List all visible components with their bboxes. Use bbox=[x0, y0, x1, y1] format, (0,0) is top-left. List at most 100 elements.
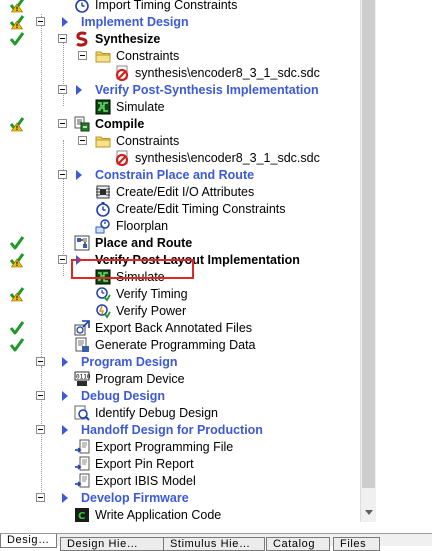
status-slot bbox=[9, 371, 25, 387]
tree-item-debug-design[interactable]: Debug Design bbox=[0, 388, 360, 405]
tree-item-label: synthesis\encoder8_3_1_sdc.sdc bbox=[135, 151, 320, 165]
collapse-toggle-icon[interactable] bbox=[78, 51, 87, 60]
tree-item-export-ibis-model[interactable]: Export IBIS Model bbox=[0, 473, 360, 490]
status-slot bbox=[9, 456, 25, 472]
verify-power-icon bbox=[95, 303, 111, 319]
floorplan-icon bbox=[95, 218, 111, 234]
status-slot bbox=[9, 490, 25, 506]
status-slot bbox=[9, 388, 25, 404]
highlight-box bbox=[71, 259, 194, 279]
tab-design-hierarchy[interactable]: Design Hie… bbox=[60, 537, 165, 551]
tree-item-export-programming-file[interactable]: Export Programming File bbox=[0, 439, 360, 456]
tab-catalog[interactable]: Catalog bbox=[266, 537, 330, 551]
tree-item-label: Export Pin Report bbox=[95, 457, 194, 471]
tree-item-label: Create/Edit Timing Constraints bbox=[116, 202, 286, 216]
checkmark-icon bbox=[9, 337, 25, 353]
status-slot bbox=[9, 473, 25, 489]
verify-timing-icon bbox=[95, 286, 111, 302]
tree-item-label: Handoff Design for Production bbox=[81, 423, 263, 437]
tree-item-program-design[interactable]: Program Design bbox=[0, 354, 360, 371]
expand-arrow-icon bbox=[62, 493, 68, 503]
tree-item-label: Program Device bbox=[95, 372, 185, 386]
expand-arrow-icon bbox=[76, 170, 82, 180]
tree-item-constraints[interactable]: Constraints bbox=[0, 133, 360, 150]
status-slot bbox=[9, 218, 25, 234]
svg-text:0110: 0110 bbox=[76, 374, 90, 381]
status-slot bbox=[9, 65, 25, 81]
status-slot bbox=[9, 354, 25, 370]
folder-icon bbox=[95, 48, 111, 64]
program-device-icon: 0110 bbox=[74, 371, 91, 387]
sdc-constraint-file-icon bbox=[114, 150, 130, 167]
tab-stimulus-hierarchy[interactable]: Stimulus Hie… bbox=[163, 537, 265, 551]
status-slot bbox=[9, 507, 25, 522]
tree-item-create-edit-timing-constraints[interactable]: Create/Edit Timing Constraints bbox=[0, 201, 360, 218]
simulate-icon bbox=[95, 99, 111, 115]
tree-item-label: Compile bbox=[95, 117, 145, 131]
design-flow-tree[interactable]: Import Timing Constraints Implement Desig… bbox=[0, 0, 360, 522]
vertical-scrollbar[interactable] bbox=[360, 0, 376, 522]
tree-item-synthesize[interactable]: Synthesize bbox=[0, 31, 360, 48]
tree-item-label: Export Back Annotated Files bbox=[95, 321, 253, 335]
scrollbar-thumb[interactable] bbox=[362, 0, 375, 488]
tree-item-create-edit-i-o-attributes[interactable]: Create/Edit I/O Attributes bbox=[0, 184, 360, 201]
tree-item-label: Simulate bbox=[116, 100, 165, 114]
collapse-toggle-icon[interactable] bbox=[58, 255, 67, 264]
tree-item-develop-firmware[interactable]: Develop Firmware bbox=[0, 490, 360, 507]
status-slot bbox=[9, 184, 25, 200]
tree-item-label: Verify Timing bbox=[116, 287, 188, 301]
tree-item-place-and-route[interactable]: Place and Route bbox=[0, 235, 360, 252]
tree-item-verify-power[interactable]: Verify Power bbox=[0, 303, 360, 320]
tree-item-generate-programming-data[interactable]: Generate Programming Data bbox=[0, 337, 360, 354]
collapse-toggle-icon[interactable] bbox=[58, 170, 67, 179]
identify-debug-icon bbox=[74, 405, 90, 421]
collapse-toggle-icon[interactable] bbox=[36, 17, 45, 26]
collapse-toggle-icon[interactable] bbox=[36, 357, 45, 366]
collapse-toggle-icon[interactable] bbox=[58, 34, 67, 43]
tab-files[interactable]: Files bbox=[333, 537, 380, 551]
collapse-toggle-icon[interactable] bbox=[58, 119, 67, 128]
tree-item-write-application-code[interactable]: C Write Application Code bbox=[0, 507, 360, 522]
tree-item-label: Floorplan bbox=[116, 219, 169, 233]
collapse-toggle-icon[interactable] bbox=[36, 493, 45, 502]
tree-item-compile[interactable]: Compile bbox=[0, 116, 360, 133]
tree-item-identify-debug-design[interactable]: Identify Debug Design bbox=[0, 405, 360, 422]
place-route-icon bbox=[74, 235, 90, 251]
status-slot bbox=[9, 82, 25, 98]
warning-check-icon bbox=[9, 252, 25, 268]
tree-item-program-device[interactable]: 0110 Program Device bbox=[0, 371, 360, 388]
tree-item-label: Constraints bbox=[116, 134, 180, 148]
export-annotated-icon bbox=[74, 320, 90, 336]
svg-text:C: C bbox=[78, 511, 85, 522]
status-slot bbox=[9, 303, 25, 319]
collapse-toggle-icon[interactable] bbox=[36, 425, 45, 434]
tree-item-constraints[interactable]: Constraints bbox=[0, 48, 360, 65]
tree-item-handoff-design-for-production[interactable]: Handoff Design for Production bbox=[0, 422, 360, 439]
tree-item-import-timing-constraints[interactable]: Import Timing Constraints bbox=[0, 0, 360, 14]
tree-item-floorplan[interactable]: Floorplan bbox=[0, 218, 360, 235]
tree-item-label: Constrain Place and Route bbox=[95, 168, 255, 182]
programming-data-icon bbox=[74, 337, 90, 353]
tree-item-export-back-annotated-files[interactable]: Export Back Annotated Files bbox=[0, 320, 360, 337]
status-slot bbox=[9, 150, 25, 166]
tree-item-simulate[interactable]: Simulate bbox=[0, 99, 360, 116]
tree-item-export-pin-report[interactable]: Export Pin Report bbox=[0, 456, 360, 473]
expand-arrow-icon bbox=[76, 85, 82, 95]
status-slot bbox=[9, 133, 25, 149]
checkmark-icon bbox=[9, 320, 25, 336]
panel-tab-bar: Desig… Design Hie… Stimulus Hie… Catalog Fil… bbox=[0, 533, 432, 551]
tree-item-constrain-place-and-route[interactable]: Constrain Place and Route bbox=[0, 167, 360, 184]
tree-item-synthesis-encoder8-3-1-sdc-sdc[interactable]: synthesis\encoder8_3_1_sdc.sdc bbox=[0, 65, 360, 82]
collapse-toggle-icon[interactable] bbox=[58, 85, 67, 94]
collapse-toggle-icon[interactable] bbox=[36, 391, 45, 400]
tree-item-label: synthesis\encoder8_3_1_sdc.sdc bbox=[135, 66, 320, 80]
status-slot bbox=[9, 48, 25, 64]
scroll-down-arrow-icon[interactable] bbox=[361, 504, 376, 521]
tree-item-implement-design[interactable]: Implement Design bbox=[0, 14, 360, 31]
tree-item-verify-post-synthesis-implementation[interactable]: Verify Post-Synthesis Implementation bbox=[0, 82, 360, 99]
synplify-s-icon bbox=[74, 31, 90, 47]
tree-item-label: Write Application Code bbox=[95, 508, 222, 522]
tree-item-synthesis-encoder8-3-1-sdc-sdc[interactable]: synthesis\encoder8_3_1_sdc.sdc bbox=[0, 150, 360, 167]
tree-item-verify-timing[interactable]: Verify Timing bbox=[0, 286, 360, 303]
collapse-toggle-icon[interactable] bbox=[78, 136, 87, 145]
